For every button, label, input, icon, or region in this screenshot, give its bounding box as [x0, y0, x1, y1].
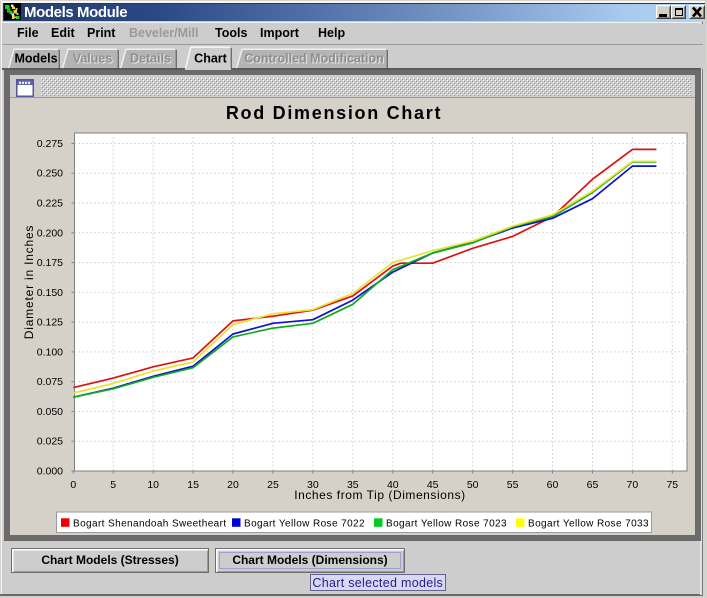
svg-text:5: 5	[110, 479, 116, 491]
svg-text:Details: Details	[130, 52, 171, 66]
svg-text:20: 20	[227, 479, 239, 491]
svg-text:0.050: 0.050	[37, 406, 63, 418]
svg-text:0.000: 0.000	[37, 466, 63, 478]
svg-text:Bogart Yellow Rose 7033: Bogart Yellow Rose 7033	[528, 518, 649, 529]
svg-text:25: 25	[267, 479, 279, 491]
svg-text:Bogart Yellow Rose 7023: Bogart Yellow Rose 7023	[386, 518, 507, 529]
svg-text:Rod Dimension Chart: Rod Dimension Chart	[226, 103, 442, 123]
svg-text:10: 10	[147, 479, 159, 491]
svg-text:55: 55	[507, 479, 519, 491]
svg-text:0.225: 0.225	[37, 198, 63, 210]
svg-text:0.150: 0.150	[37, 287, 63, 299]
svg-text:50: 50	[467, 479, 479, 491]
svg-text:0.025: 0.025	[37, 436, 63, 448]
svg-text:0: 0	[70, 479, 76, 491]
svg-text:Models: Models	[14, 52, 57, 66]
svg-text:Values: Values	[73, 52, 113, 66]
svg-text:Diameter in Inches: Diameter in Inches	[22, 225, 36, 339]
svg-text:0.125: 0.125	[37, 317, 63, 329]
svg-text:Controlled Modification: Controlled Modification	[244, 52, 384, 66]
svg-text:65: 65	[587, 479, 599, 491]
svg-text:0.175: 0.175	[37, 257, 63, 269]
svg-text:70: 70	[627, 479, 639, 491]
svg-text:Bogart Shenandoah Sweetheart: Bogart Shenandoah Sweetheart	[73, 518, 227, 529]
svg-text:Inches from Tip (Dimensions): Inches from Tip (Dimensions)	[294, 488, 465, 502]
svg-text:0.275: 0.275	[37, 138, 63, 150]
svg-text:0.250: 0.250	[37, 168, 63, 180]
svg-text:Bogart Yellow Rose 7022: Bogart Yellow Rose 7022	[244, 518, 365, 529]
svg-text:0.200: 0.200	[37, 227, 63, 239]
svg-text:15: 15	[187, 479, 199, 491]
svg-text:75: 75	[666, 479, 678, 491]
svg-text:0.100: 0.100	[37, 346, 63, 358]
svg-text:60: 60	[547, 479, 559, 491]
svg-text:Chart: Chart	[194, 52, 227, 66]
svg-text:0.075: 0.075	[37, 376, 63, 388]
